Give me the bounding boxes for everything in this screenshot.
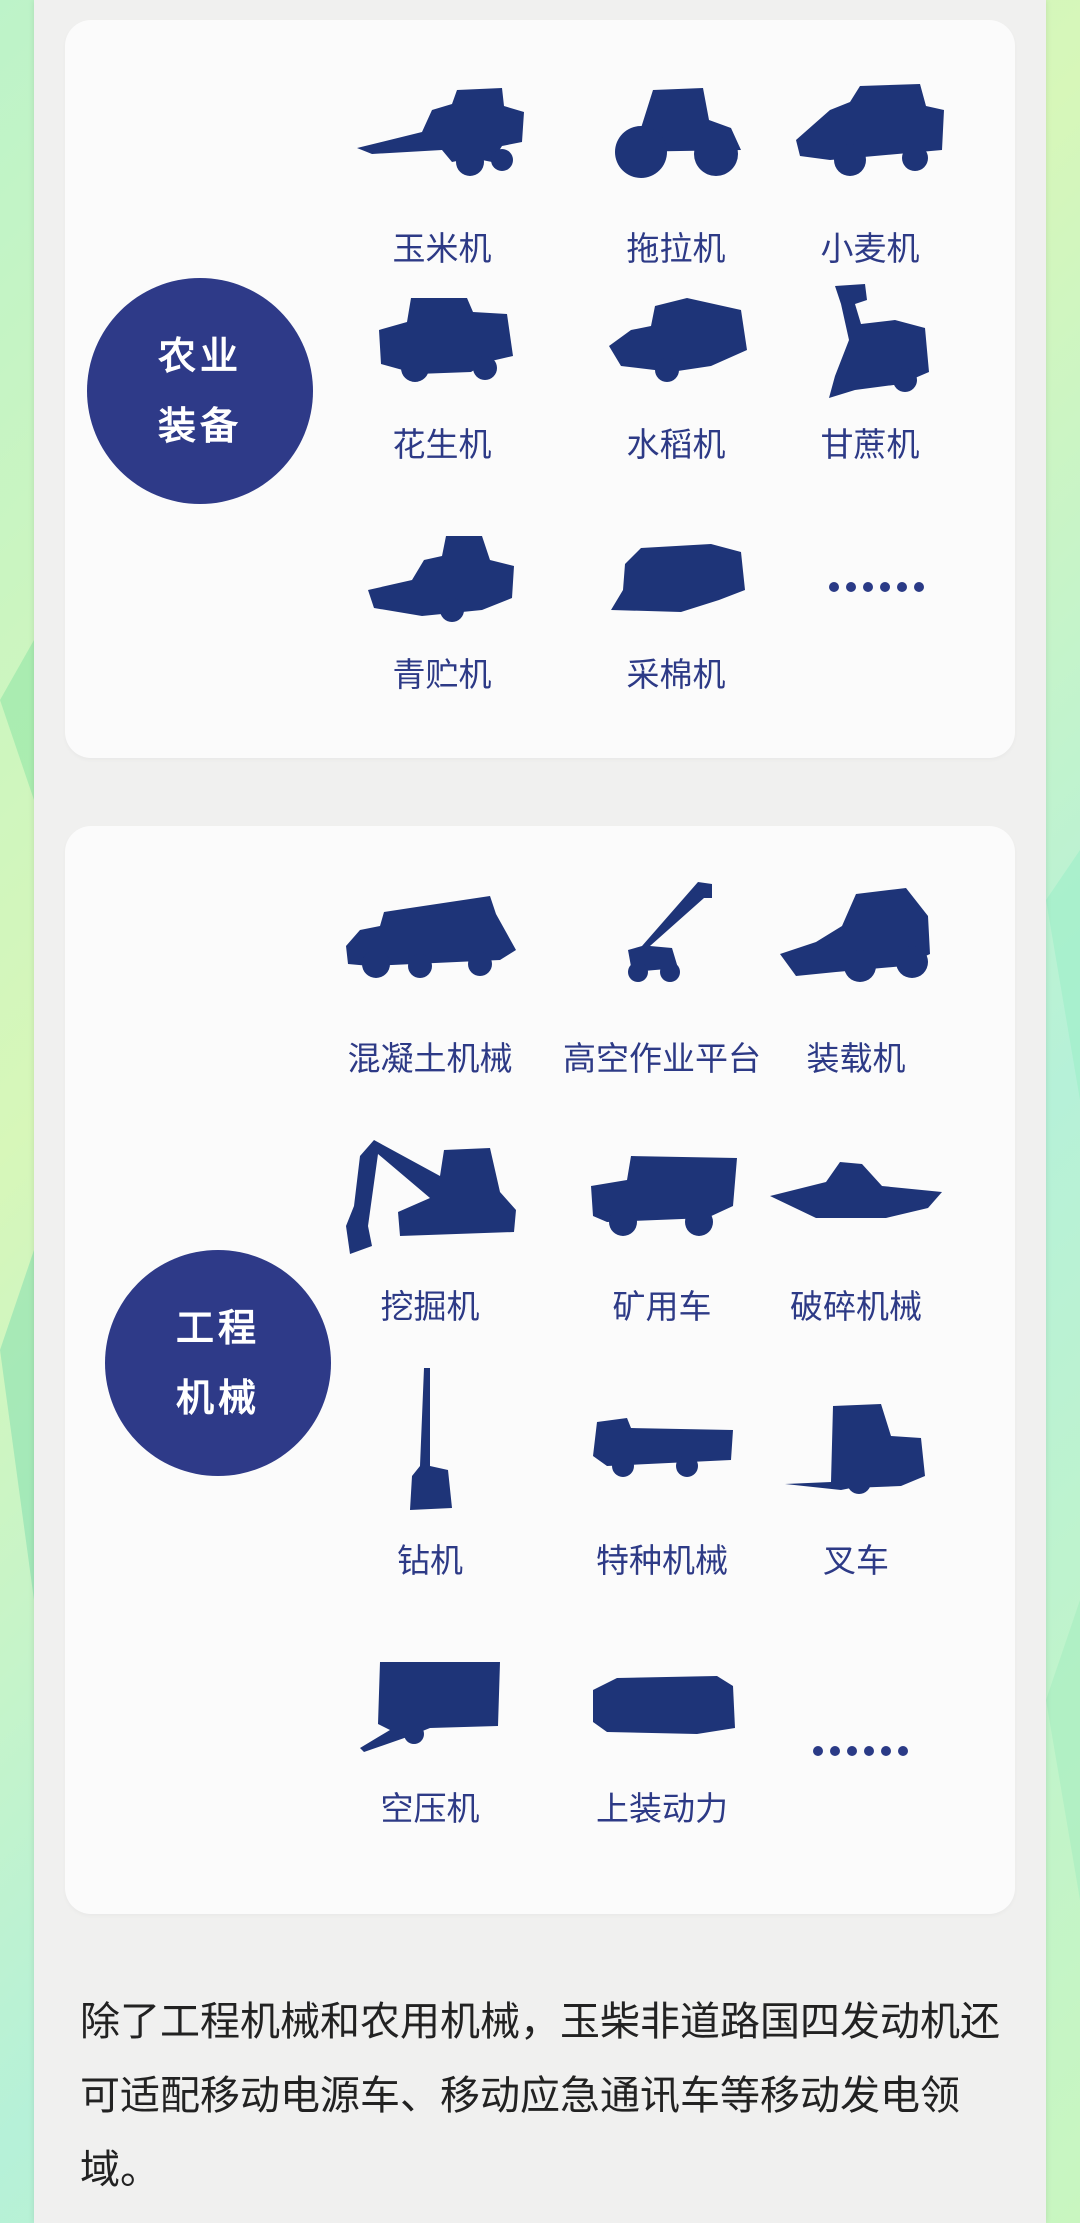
eng-title-line1: 工程 — [175, 1306, 260, 1350]
machine-item-cotton: 采棉机 — [561, 530, 791, 700]
machine-item-crusher: 破碎机械 — [741, 1156, 971, 1326]
rice-harvester-icon — [609, 298, 747, 382]
peanut-harvester-icon — [379, 298, 513, 382]
machine-label: 采棉机 — [626, 655, 726, 694]
excavator-icon — [346, 1140, 516, 1254]
concrete-truck-icon — [346, 896, 516, 978]
silage-harvester-icon — [368, 536, 514, 622]
wheat-harvester-icon — [796, 84, 944, 176]
more-indicator — [829, 582, 924, 592]
agri-title-line2: 装备 — [157, 404, 242, 448]
agri-equipment-card: 农业 装备 玉米机 拖拉机 小麦机 花生机 水稻机 甘蔗机 青贮机 采棉机 — [65, 20, 1015, 758]
loader-icon — [780, 888, 930, 982]
agri-title-line1: 农业 — [157, 334, 242, 378]
eng-title-line2: 机械 — [175, 1376, 260, 1420]
machine-item-sugarcane: 甘蔗机 — [755, 280, 985, 464]
machine-label: 破碎机械 — [790, 1287, 922, 1326]
machine-item-concrete: 混凝土机械 — [315, 886, 545, 1078]
agri-category-badge: 农业 装备 — [87, 278, 313, 504]
cotton-picker-icon — [611, 544, 745, 612]
machine-item-wheat: 小麦机 — [755, 80, 985, 268]
mining-truck-icon — [591, 1156, 737, 1236]
special-vehicle-icon — [593, 1418, 733, 1477]
machine-item-upper-power: 上装动力 — [547, 1666, 777, 1836]
machine-label: 上装动力 — [596, 1789, 728, 1828]
tractor-icon — [615, 88, 741, 178]
machine-label: 甘蔗机 — [820, 425, 920, 464]
body-paragraph: 除了工程机械和农用机械，玉柴非道路国四发动机还可适配移动电源车、移动应急通讯车等… — [80, 1999, 1000, 2193]
machine-label: 叉车 — [823, 1541, 889, 1580]
corn-harvester-icon — [357, 88, 524, 176]
machine-item-loader: 装载机 — [741, 876, 971, 1078]
crusher-icon — [770, 1162, 942, 1218]
drill-rig-icon — [410, 1368, 452, 1510]
aerial-platform-icon — [628, 882, 712, 982]
machine-item-forklift: 叉车 — [741, 1396, 971, 1580]
upper-power-unit-icon — [593, 1676, 735, 1734]
construction-machinery-card: 工程 机械 混凝土机械 高空作业平台 装载机 挖掘机 矿用车 破碎机械 钻机 特… — [65, 826, 1015, 1914]
sugarcane-harvester-icon — [829, 284, 929, 398]
machine-item-drill: 钻机 — [315, 1366, 545, 1580]
forklift-icon — [785, 1404, 925, 1494]
air-compressor-icon — [360, 1662, 500, 1752]
machine-label: 小麦机 — [820, 229, 920, 268]
machine-label: 装载机 — [806, 1039, 906, 1078]
more-indicator — [813, 1746, 908, 1756]
